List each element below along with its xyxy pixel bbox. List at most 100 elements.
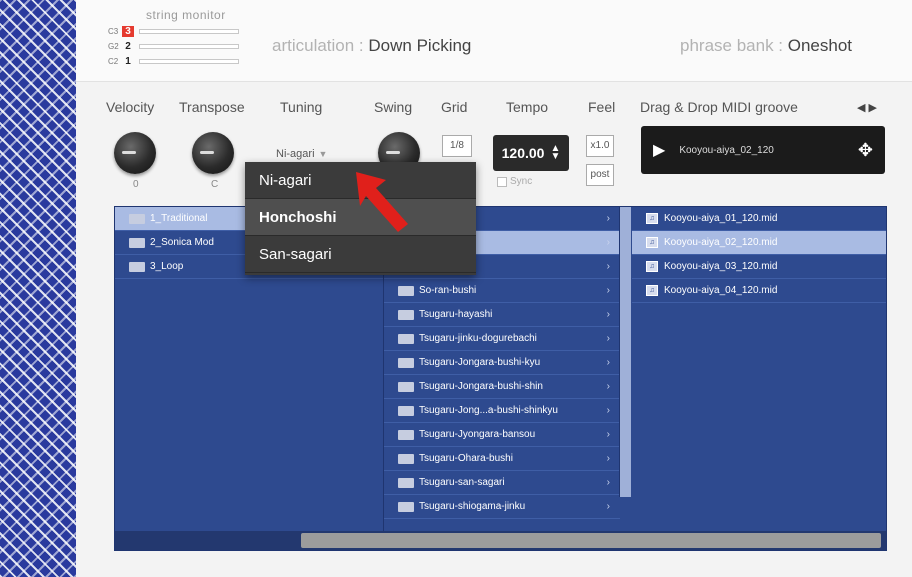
velocity-knob[interactable] [114, 132, 156, 174]
tuning-select[interactable]: Ni-agari ▼ [276, 148, 327, 160]
list-item[interactable]: Tsugaru-shiogama-jinku › [384, 495, 620, 519]
string-number-active: 3 [122, 25, 134, 37]
string-note: G2 [108, 41, 119, 51]
string-number: 1 [125, 55, 131, 67]
sync-checkbox[interactable]: Sync [497, 176, 532, 187]
chevron-right-icon: › [606, 285, 610, 296]
grid-button[interactable]: 1/8 [442, 135, 472, 157]
velocity-value: 0 [133, 179, 139, 190]
grid-label: Grid [441, 99, 468, 115]
phrase-bank-label: phrase bank : [680, 36, 788, 55]
articulation-display[interactable]: articulation : Down Picking [272, 36, 471, 56]
string-note: C3 [108, 26, 119, 36]
velocity-label: Velocity [106, 99, 155, 115]
list-item[interactable]: ♫ Kooyou-aiya_04_120.mid [632, 279, 886, 303]
articulation-label: articulation : [272, 36, 369, 55]
feel-button[interactable]: x1.0 [586, 135, 614, 157]
string-monitor-row: G2 2 [108, 40, 239, 52]
midi-file-icon: ♫ [646, 285, 658, 296]
chevron-right-icon: › [606, 477, 610, 488]
list-item[interactable]: Tsugaru-Jongara-bushi-shin › [384, 375, 620, 399]
phrase-bank-value: Oneshot [787, 36, 853, 55]
phrase-bank-display[interactable]: phrase bank : Oneshot [680, 36, 852, 56]
tempo-label: Tempo [506, 99, 549, 115]
folder-icon [398, 429, 414, 440]
list-item[interactable]: Tsugaru-hayashi › [384, 303, 620, 327]
list-item[interactable]: ♫ Kooyou-aiya_01_120.mid [632, 207, 886, 231]
decorative-pattern-strip [0, 0, 76, 577]
checkbox-icon [497, 176, 507, 187]
transpose-knob[interactable] [192, 132, 234, 174]
chevron-right-icon: › [606, 261, 610, 272]
chevron-right-icon: › [606, 309, 610, 320]
string-monitor-row: C3 3 [108, 25, 239, 37]
chevron-right-icon: › [606, 405, 610, 416]
drag-move-icon[interactable]: ✥ [858, 140, 873, 161]
chevron-right-icon: › [606, 429, 610, 440]
list-item[interactable]: ♫ Kooyou-aiya_03_120.mid [632, 255, 886, 279]
chevron-right-icon: › [606, 213, 610, 224]
list-item[interactable]: Tsugaru-san-sagari › [384, 471, 620, 495]
transpose-value: C [211, 179, 219, 190]
swing-label: Swing [374, 99, 413, 115]
folder-icon [398, 381, 414, 392]
post-button[interactable]: post [586, 164, 614, 186]
scrollbar-thumb[interactable] [301, 533, 881, 548]
string-level-bar [139, 43, 239, 49]
chevron-right-icon: › [606, 237, 610, 248]
tuning-label: Tuning [280, 99, 323, 115]
folder-icon [398, 453, 414, 464]
folder-icon [398, 333, 414, 344]
browser-column-files: ♫ Kooyou-aiya_01_120.mid ♫ Kooyou-aiya_02_… [632, 207, 886, 303]
tuning-option-san-sagari[interactable]: San-sagari [245, 236, 476, 273]
midi-file-icon: ♫ [646, 261, 658, 272]
string-number: 2 [125, 40, 131, 52]
midi-file-icon: ♫ [646, 213, 658, 224]
folder-icon [129, 213, 145, 224]
folder-icon [398, 309, 414, 320]
sync-label: Sync [510, 176, 533, 187]
chevron-right-icon: › [606, 381, 610, 392]
tempo-value: 120.00 [501, 145, 545, 161]
chevron-right-icon: › [606, 357, 610, 368]
feel-label: Feel [588, 99, 616, 115]
groove-file-name: Kooyou-aiya_02_120 [679, 144, 774, 156]
list-item[interactable]: Tsugaru-Jongara-bushi-kyu › [384, 351, 620, 375]
string-note: C2 [108, 56, 119, 66]
folder-icon [398, 357, 414, 368]
drag-drop-midi-groove-label: Drag & Drop MIDI groove [640, 99, 798, 115]
chevron-right-icon: › [606, 501, 610, 512]
list-item[interactable]: ♫ Kooyou-aiya_02_120.mid [632, 231, 886, 255]
play-icon[interactable]: ▶ [653, 140, 665, 160]
string-level-bar [139, 58, 239, 64]
dropdown-arrow-icon: ▼ [318, 149, 328, 159]
string-monitor-title: string monitor [146, 8, 226, 22]
folder-icon [129, 261, 145, 272]
folder-icon [398, 501, 414, 512]
string-level-bar [139, 28, 239, 34]
list-item[interactable]: So-ran-bushi › [384, 279, 620, 303]
folder-icon [129, 237, 145, 248]
folder-icon [398, 405, 414, 416]
articulation-value: Down Picking [368, 36, 472, 55]
transpose-label: Transpose [179, 99, 245, 115]
midi-file-icon: ♫ [646, 237, 658, 248]
red-pointer-arrow-icon [356, 172, 408, 232]
folder-icon [398, 285, 414, 296]
tuning-selected-value: Ni-agari [276, 148, 315, 160]
string-monitor-row: C2 1 [108, 55, 239, 67]
list-item[interactable]: Tsugaru-Jong...a-bushi-shinkyu › [384, 399, 620, 423]
list-item[interactable]: Tsugaru-jinku-dogurebachi › [384, 327, 620, 351]
phrase-browser: 1_Traditional 2_Sonica Mod 3_Loop jinku›… [114, 206, 887, 551]
list-item[interactable]: Tsugaru-Jyongara-bansou › [384, 423, 620, 447]
songs-scrollbar[interactable] [619, 207, 631, 497]
midi-groove-player[interactable]: ▶ Kooyou-aiya_02_120 ✥ [641, 126, 885, 174]
groove-nav-arrows[interactable]: ◀ ▶ [857, 101, 877, 114]
tempo-stepper-icon[interactable]: ▲ ▼ [550, 144, 560, 162]
tempo-field[interactable]: 120.00 ▲ ▼ [493, 135, 569, 171]
list-item[interactable]: Tsugaru-Ohara-bushi › [384, 447, 620, 471]
chevron-right-icon: › [606, 333, 610, 344]
chevron-right-icon: › [606, 453, 610, 464]
horizontal-scrollbar[interactable] [115, 531, 886, 550]
folder-icon [398, 477, 414, 488]
